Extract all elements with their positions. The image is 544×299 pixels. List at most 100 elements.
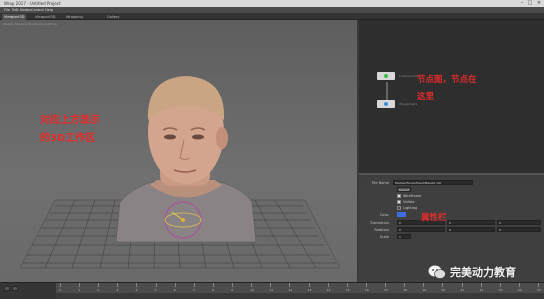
scale-field[interactable]: 1: [397, 234, 411, 239]
file-name-field[interactable]: Models/Faces/Head/Male01.obj: [393, 180, 473, 185]
node-loadgeom[interactable]: [377, 72, 395, 80]
viewport-annotation-line1: 对应上方显示: [40, 115, 100, 126]
timeline-ruler[interactable]: 0 1 2 3 4 5 6 7 8 9 10 11 12 13 14 15 16 17 18 19 20 21 22 23 24…: [56, 283, 544, 293]
timeline-tick-label: 16: [364, 288, 369, 292]
visible-checkbox[interactable]: [397, 200, 401, 204]
timeline-tick: [232, 283, 234, 287]
scale-label: Scale: [379, 235, 389, 239]
translation-y[interactable]: 0: [447, 220, 495, 225]
timeline-tick-label: 10: [250, 288, 255, 292]
timeline-controls: [0, 283, 56, 299]
node-graph[interactable]: LoadGeom01 Wrapping01 节点图，节点在 这里: [359, 20, 544, 175]
node-status-dot: [384, 102, 388, 106]
timeline-tick: [193, 283, 195, 287]
timeline-tick-label: 23: [498, 288, 503, 292]
timeline-tick: [365, 283, 367, 287]
timeline-tick: [385, 283, 387, 287]
timeline-tick-label: 9: [231, 288, 233, 292]
timeline-tick-label: 7: [192, 288, 195, 292]
close-icon[interactable]: ×: [535, 0, 543, 7]
timeline-tick: [60, 283, 61, 287]
maximize-icon[interactable]: □: [526, 0, 534, 7]
timeline-tick-label: 25: [537, 288, 541, 292]
timeline-tick-label: 21: [460, 288, 465, 292]
attribute-annotation: 属性栏: [421, 213, 447, 223]
right-panel: LoadGeom01 Wrapping01 节点图，节点在 这里 File Na…: [359, 20, 544, 282]
wireframe-label: Wireframe: [403, 194, 422, 198]
watermark-text: 完美动力教育: [450, 266, 516, 279]
timeline-tick: [270, 283, 272, 287]
timeline-tick: [136, 283, 138, 287]
translation-z[interactable]: 0: [497, 220, 541, 225]
lighting-checkbox[interactable]: [397, 206, 401, 210]
timeline-tick: [174, 283, 176, 287]
timeline-tick: [289, 283, 291, 287]
timeline-tick-label: 4: [135, 288, 138, 292]
play-back-button[interactable]: [4, 286, 10, 291]
timeline-tick-label: 11: [269, 288, 274, 292]
timeline-tick-label: 24: [517, 288, 522, 292]
timeline-tick: [155, 283, 157, 287]
timeline-tick-label: 8: [211, 288, 214, 292]
timeline-tick-label: 18: [403, 288, 407, 292]
timeline-tick: [442, 283, 444, 287]
rotation-x[interactable]: 0: [397, 227, 445, 232]
timeline-tick-label: 6: [173, 288, 176, 292]
timeline-tick: [404, 283, 406, 287]
timeline-tick-label: 14: [326, 288, 331, 292]
timeline: 0 1 2 3 4 5 6 7 8 9 10 11 12 13 14 15 16 17 18 19 20 21 22 23 24…: [0, 282, 544, 299]
reload-button[interactable]: Reload: [397, 187, 411, 192]
timeline-tick: [251, 283, 253, 287]
timeline-tick: [212, 283, 214, 287]
viewport-annotation: 对应上方显示 的3D工作区: [40, 112, 100, 148]
timeline-tick: [308, 283, 310, 287]
window-title: Wrap 2017 - Untitled Project: [4, 1, 61, 6]
timeline-tick-label: 19: [422, 288, 427, 292]
node-graph-annotation-line2: 这里: [417, 92, 435, 102]
timeline-tick: [499, 283, 501, 287]
rotation-z[interactable]: 0: [497, 227, 541, 232]
timeline-tick: [98, 283, 100, 287]
wireframe-checkbox[interactable]: [397, 194, 401, 198]
node-label-loadgeom: LoadGeom01: [399, 74, 419, 78]
node-graph-annotation-line1: 节点图，节点在: [417, 75, 477, 85]
rotation-label: Rotation: [374, 228, 389, 232]
timeline-tick-label: 3: [116, 288, 119, 292]
node-wrapping[interactable]: [377, 100, 395, 108]
timeline-tick-label: 0: [59, 288, 61, 292]
timeline-tick: [518, 283, 520, 287]
node-graph-annotation: 节点图，节点在 这里: [417, 72, 477, 106]
watermark: 完美动力教育: [428, 262, 516, 282]
color-swatch[interactable]: [397, 212, 406, 217]
title-bar: Wrap 2017 - Untitled Project – □ ×: [0, 0, 544, 7]
head-model-scene[interactable]: [0, 20, 357, 282]
timeline-tick-label: 13: [307, 288, 312, 292]
timeline-tick-label: 5: [154, 288, 157, 292]
timeline-tick: [346, 283, 348, 287]
node-label-wrapping: Wrapping01: [399, 102, 418, 106]
timeline-tick: [79, 283, 81, 287]
tab-bar: Viewport3D Viewport3D Wrapping Gallery: [0, 13, 544, 20]
timeline-tick: [538, 283, 539, 287]
node-status-dot: [384, 74, 388, 78]
timeline-tick-label: 12: [288, 288, 293, 292]
rotation-y[interactable]: 0: [447, 227, 495, 232]
play-button[interactable]: [12, 286, 18, 291]
timeline-tick-label: 2: [97, 288, 100, 292]
timeline-tick: [461, 283, 463, 287]
viewport-3d[interactable]: Display Shading Wireframe Lighting 对应上方显…: [0, 20, 357, 282]
minimize-icon[interactable]: –: [518, 0, 526, 7]
timeline-tick: [117, 283, 119, 287]
timeline-tick: [327, 283, 329, 287]
timeline-tick-label: 1: [78, 288, 81, 292]
timeline-tick: [423, 283, 425, 287]
file-name-label: File Name: [371, 181, 389, 185]
timeline-tick-label: 22: [479, 288, 484, 292]
timeline-tick-label: 20: [441, 288, 446, 292]
timeline-tick-label: 15: [345, 288, 350, 292]
color-label: Color: [379, 213, 389, 217]
wechat-icon: [428, 265, 446, 279]
timeline-tick: [480, 283, 482, 287]
translation-label: Translation: [369, 221, 389, 225]
viewport-annotation-line2: 的3D工作区: [40, 133, 96, 144]
